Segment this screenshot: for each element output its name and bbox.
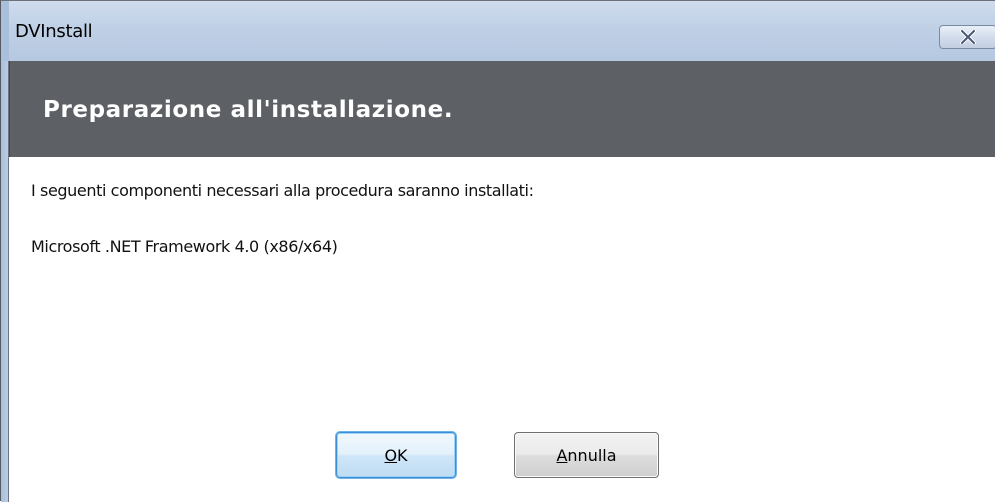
window-title: DVInstall (15, 21, 93, 42)
header-title: Preparazione all'installazione. (43, 97, 454, 123)
component-item: Microsoft .NET Framework 4.0 (x86/x64) (31, 237, 338, 256)
dialog-content: I seguenti componenti necessari alla pro… (9, 157, 995, 502)
intro-text: I seguenti componenti necessari alla pro… (31, 181, 534, 200)
window-frame-left (1, 61, 9, 502)
header-banner: Preparazione all'installazione. (9, 61, 995, 157)
ok-button-label: OK (384, 445, 408, 465)
title-bar[interactable]: DVInstall (1, 1, 995, 61)
close-button[interactable] (939, 25, 995, 49)
close-icon (960, 30, 976, 44)
installer-dialog: DVInstall Preparazione all'installazione… (0, 0, 995, 502)
cancel-button-label: Annulla (556, 445, 617, 465)
ok-button[interactable]: OK (336, 432, 456, 478)
cancel-button[interactable]: Annulla (514, 432, 659, 478)
